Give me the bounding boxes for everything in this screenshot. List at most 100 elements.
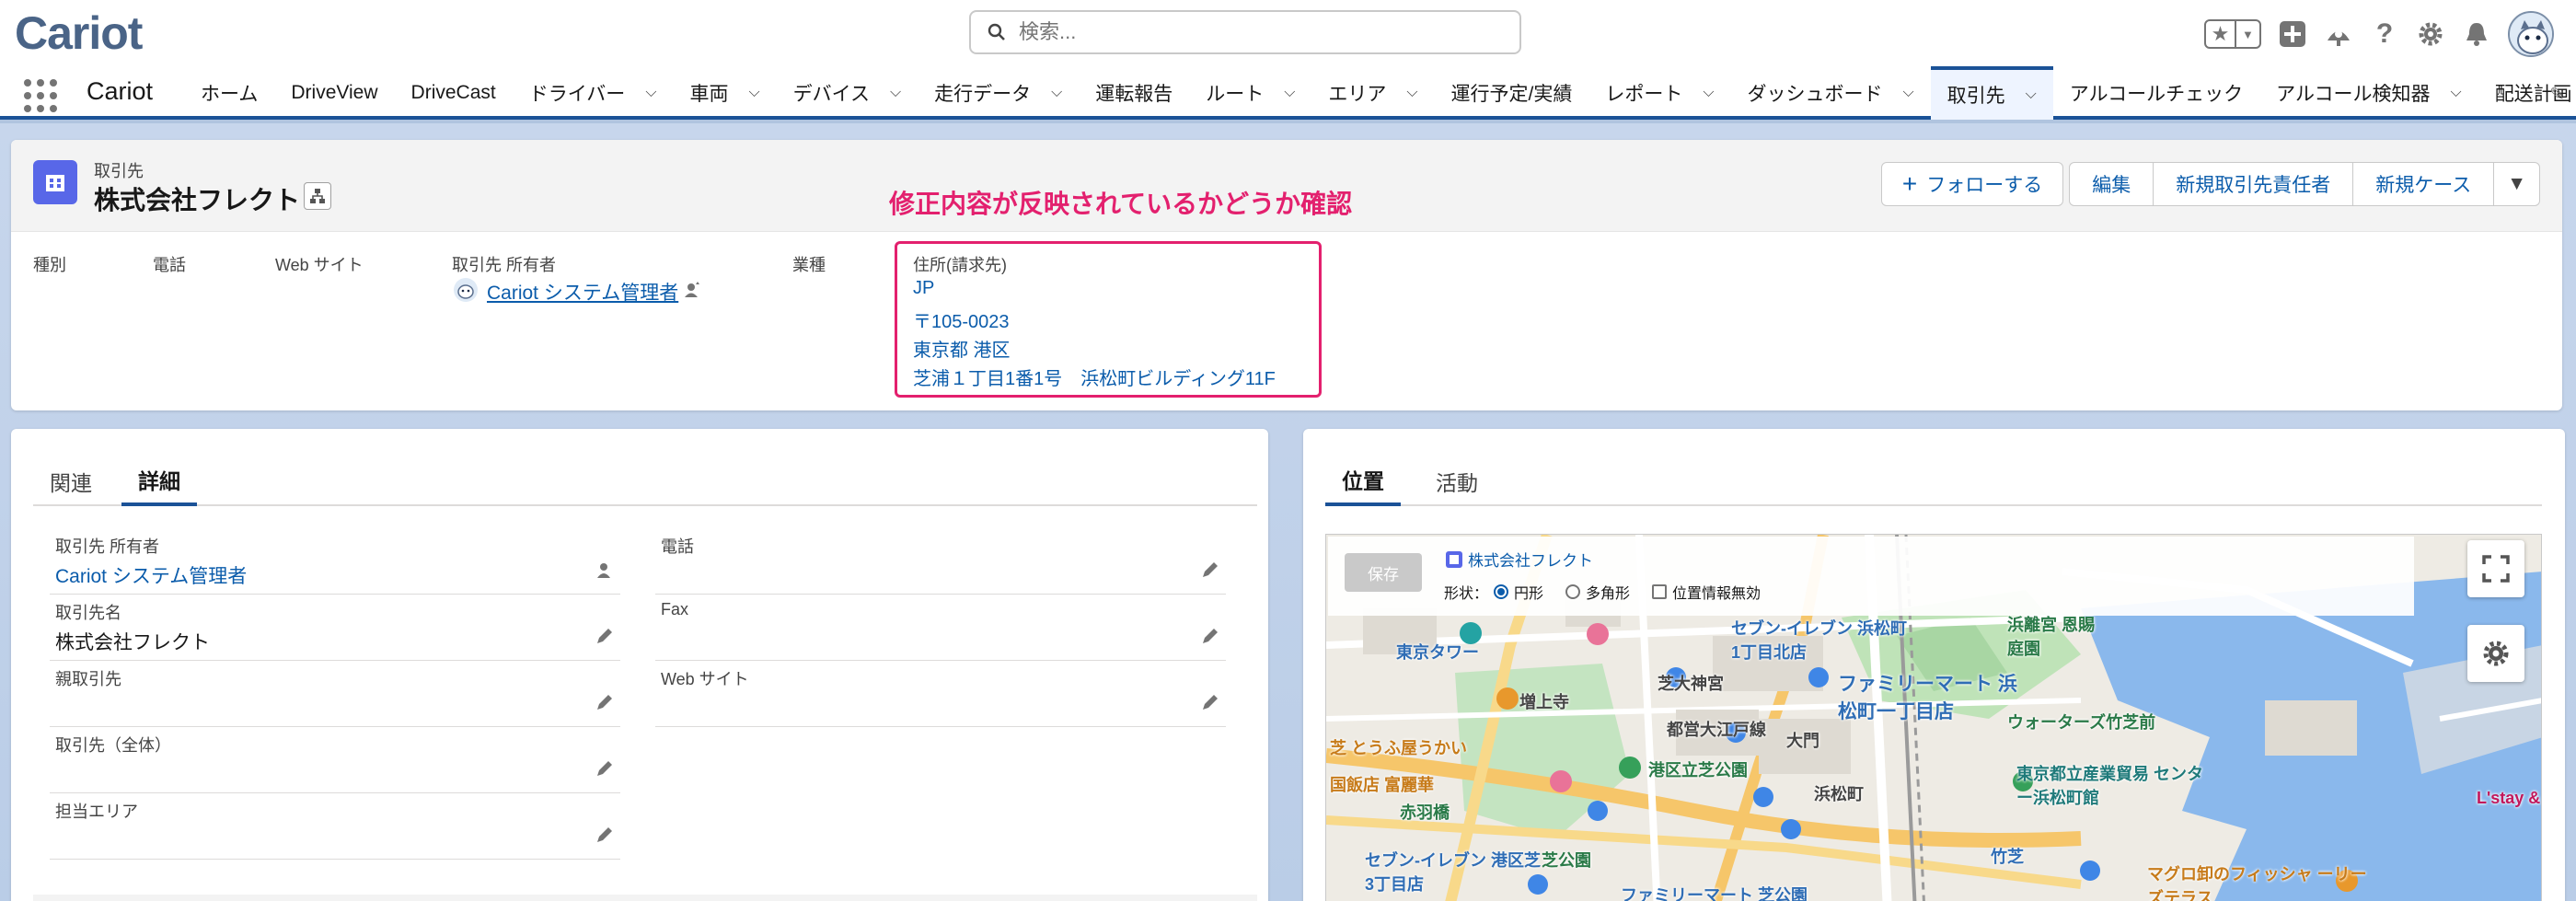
- chevron-down-icon[interactable]: ⌵: [1903, 85, 1914, 101]
- chevron-down-icon[interactable]: ▼: [2236, 21, 2259, 47]
- chevron-down-icon[interactable]: ⌵: [748, 85, 759, 101]
- field-value[interactable]: Cariot システム管理者: [55, 561, 247, 589]
- trailhead-icon[interactable]: [2324, 19, 2353, 49]
- change-owner-icon[interactable]: [683, 281, 701, 304]
- nav-item[interactable]: ダッシュボード ⌵: [1731, 66, 1931, 120]
- poi-label: マグロ卸のフィッシャ ーリーズテラス: [2147, 865, 2367, 901]
- search-input[interactable]: [1019, 20, 1461, 44]
- disable-location-checkbox[interactable]: [1652, 584, 1668, 599]
- poi-label: 赤羽橋: [1400, 803, 1450, 822]
- nav-item[interactable]: デバイス ⌵: [777, 66, 918, 120]
- nav-item[interactable]: ルート ⌵: [1189, 66, 1311, 120]
- more-actions-button[interactable]: ▼: [2494, 162, 2540, 206]
- poi-label: 芝公園: [1542, 851, 1591, 870]
- edit-pencil-icon[interactable]: [595, 758, 615, 779]
- owner-link[interactable]: Cariot システム管理者: [487, 278, 678, 306]
- nav-item[interactable]: 運転報告: [1079, 66, 1189, 120]
- notification-bell-icon[interactable]: [2462, 19, 2491, 49]
- chevron-down-icon[interactable]: ⌵: [1703, 85, 1714, 101]
- address-street[interactable]: 芝浦１丁目1番1号 浜松町ビルディング11F: [913, 364, 1276, 390]
- tab-related[interactable]: 関連: [33, 456, 109, 506]
- chevron-down-icon[interactable]: ⌵: [1284, 85, 1295, 101]
- billing-address-label: 住所(請求先): [913, 256, 1007, 274]
- chevron-down-icon[interactable]: ⌵: [2026, 87, 2037, 103]
- edit-pencil-icon[interactable]: [1200, 560, 1220, 580]
- address-city[interactable]: 東京都 港区: [913, 335, 1011, 362]
- nav-item-label: アルコールチェック: [2069, 84, 2244, 105]
- nav-item[interactable]: 走行データ ⌵: [918, 66, 1079, 120]
- edit-pencil-icon[interactable]: [595, 825, 615, 845]
- favorites-button[interactable]: ★ ▼: [2204, 19, 2261, 49]
- nav-item[interactable]: アルコール検知器 ⌵: [2259, 66, 2478, 120]
- nav-item[interactable]: DriveCast: [395, 66, 513, 120]
- edit-button[interactable]: 編集: [2069, 162, 2154, 206]
- fullscreen-button[interactable]: [2467, 540, 2524, 597]
- global-search[interactable]: [969, 10, 1521, 54]
- cariot-logo[interactable]: Cariot: [15, 6, 143, 61]
- hierarchy-icon: [310, 189, 325, 203]
- disable-location-label: 位置情報無効: [1672, 586, 1762, 602]
- record-title: 株式会社フレクト: [94, 186, 301, 214]
- chevron-down-icon[interactable]: ⌵: [890, 85, 901, 101]
- field-label: 親取引先: [55, 670, 121, 688]
- new-contact-button[interactable]: 新規取引先責任者: [2154, 162, 2354, 206]
- chevron-down-icon[interactable]: ⌵: [1406, 85, 1417, 101]
- edit-nav-pencil-icon[interactable]: ✎: [2549, 83, 2565, 106]
- map-save-button[interactable]: 保存: [1345, 553, 1422, 592]
- industry-label: 業種: [792, 256, 826, 274]
- type-label: 種別: [33, 256, 66, 274]
- nav-item[interactable]: 車両 ⌵: [673, 66, 776, 120]
- help-icon[interactable]: ?: [2370, 18, 2399, 49]
- follow-button[interactable]: + フォローする: [1880, 162, 2064, 206]
- field-label: Fax: [661, 600, 689, 618]
- field-label: Web サイト: [661, 670, 749, 688]
- tab-details[interactable]: 詳細: [121, 456, 197, 506]
- nav-item-label: ルート: [1206, 84, 1265, 105]
- edit-pencil-icon[interactable]: [595, 626, 615, 646]
- detail-field: 親取引先: [50, 661, 620, 727]
- nav-item-label: DriveCast: [410, 82, 496, 103]
- chevron-down-icon[interactable]: ⌵: [2451, 85, 2462, 101]
- edit-pencil-icon[interactable]: [595, 692, 615, 712]
- hierarchy-button[interactable]: [304, 182, 331, 210]
- change-owner-icon[interactable]: [595, 560, 615, 580]
- app-launcher-icon[interactable]: [24, 79, 57, 112]
- edit-pencil-icon[interactable]: [1200, 692, 1220, 712]
- nav-item[interactable]: エリア ⌵: [1311, 66, 1434, 120]
- map-view[interactable]: 東京タワー 増上寺 芝 とうふ屋うかい 国飯店 富麗華 赤羽橋 セブン-イレブン…: [1325, 534, 2542, 901]
- nav-item-label: ドライバー: [528, 84, 626, 105]
- map-settings-button[interactable]: [2467, 625, 2524, 682]
- map-account-link[interactable]: 株式会社フレクト: [1446, 548, 1593, 571]
- nav-item[interactable]: レポート ⌵: [1588, 66, 1730, 120]
- detail-field: 電話: [655, 528, 1226, 595]
- nav-item[interactable]: 運行予定/実績: [1435, 66, 1589, 120]
- poi-label: 竹芝: [1991, 848, 2024, 866]
- global-add-icon[interactable]: [2278, 19, 2307, 49]
- tab-activity[interactable]: 活動: [1419, 456, 1495, 506]
- poi-label: セブン-イレブン 港区芝3丁目店: [1365, 851, 1541, 894]
- fullscreen-icon: [2482, 555, 2510, 583]
- address-postal-code[interactable]: 〒105-0023: [913, 306, 1010, 333]
- tab-location[interactable]: 位置: [1325, 456, 1401, 506]
- new-case-button[interactable]: 新規ケース: [2353, 162, 2495, 206]
- nav-item[interactable]: DriveView: [274, 66, 394, 120]
- circle-label: 円形: [1514, 586, 1544, 602]
- nav-item[interactable]: アルコールチェック: [2053, 66, 2259, 120]
- nav-item-label: DriveView: [291, 82, 378, 103]
- nav-item[interactable]: ホーム: [184, 66, 274, 120]
- detail-field: Fax: [655, 595, 1226, 661]
- nav-item[interactable]: 取引先 ⌵: [1930, 66, 2053, 120]
- nav-item[interactable]: ドライバー ⌵: [513, 66, 674, 120]
- setup-gear-icon[interactable]: [2416, 19, 2445, 49]
- poi-label: L'stay &: [2477, 789, 2541, 807]
- edit-pencil-icon[interactable]: [1200, 626, 1220, 646]
- circle-radio[interactable]: [1494, 584, 1509, 599]
- chevron-down-icon[interactable]: ⌵: [645, 85, 656, 101]
- poi-label: ファミリーマート 芝公園: [1621, 886, 1808, 901]
- chevron-down-icon[interactable]: ⌵: [1051, 85, 1062, 101]
- nav-item-label: 運転報告: [1095, 84, 1173, 105]
- address-country[interactable]: JP: [913, 278, 934, 299]
- user-avatar[interactable]: [2508, 11, 2554, 57]
- polygon-radio[interactable]: [1565, 584, 1581, 599]
- poi-label: 増上寺: [1519, 693, 1569, 711]
